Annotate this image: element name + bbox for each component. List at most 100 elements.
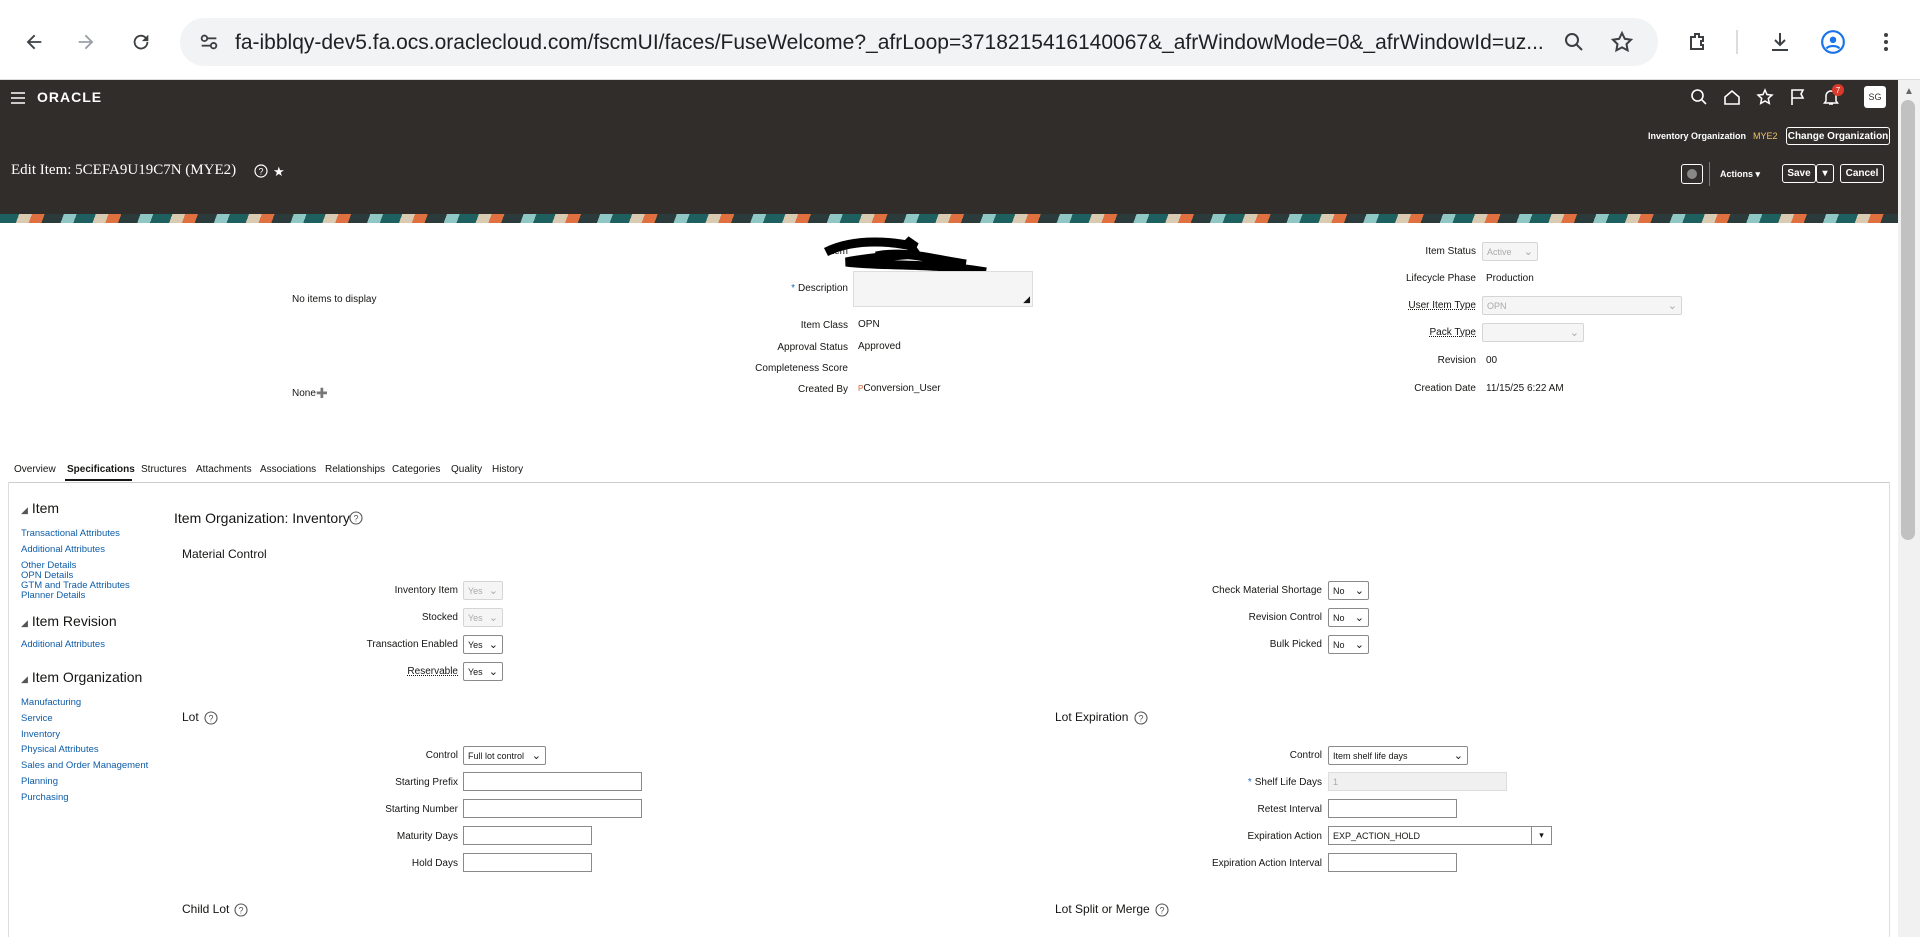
svg-text:?: ?: [1159, 906, 1164, 916]
watchlist-flag-icon[interactable]: [1789, 88, 1807, 111]
scroll-up-arrow-icon[interactable]: ▲: [1904, 86, 1914, 97]
bulk-picked-label: Bulk Picked: [1269, 639, 1322, 650]
reservable-select[interactable]: Yes ⌄: [463, 662, 503, 681]
help-icon[interactable]: ?: [204, 711, 218, 730]
user-avatar[interactable]: SG: [1864, 86, 1886, 108]
expiration-action-interval-input[interactable]: [1328, 853, 1457, 872]
tab-structures[interactable]: Structures: [141, 464, 187, 475]
watchlist-icon[interactable]: [1681, 164, 1703, 184]
download-icon[interactable]: [1760, 22, 1800, 62]
home-icon[interactable]: [1723, 88, 1741, 111]
search-icon[interactable]: [1690, 88, 1708, 111]
sidebar-link-sales-order-management[interactable]: Sales and Order Management: [21, 760, 148, 771]
profile-icon[interactable]: [1813, 22, 1853, 62]
reload-icon[interactable]: [121, 22, 161, 62]
hamburger-menu-icon[interactable]: [10, 90, 26, 111]
zoom-icon[interactable]: [1562, 30, 1586, 59]
url-text[interactable]: fa-ibblqy-dev5.fa.ocs.oraclecloud.com/fs…: [235, 31, 1565, 55]
browser-menu-icon[interactable]: [1866, 22, 1906, 62]
stocked-label: Stocked: [421, 612, 458, 623]
sidebar-link-manufacturing[interactable]: Manufacturing: [21, 697, 81, 708]
address-bar[interactable]: fa-ibblqy-dev5.fa.ocs.oraclecloud.com/fs…: [180, 18, 1658, 66]
stocked-value: Yes: [468, 612, 483, 623]
sidebar-link-planner-details[interactable]: Planner Details: [21, 590, 85, 601]
starting-prefix-input[interactable]: [463, 772, 642, 791]
lot-control-select[interactable]: Full lot control ⌄: [463, 746, 546, 765]
chevron-down-icon: ⌄: [1453, 750, 1463, 762]
sidebar-link-purchasing[interactable]: Purchasing: [21, 792, 69, 803]
tab-specifications[interactable]: Specifications: [67, 464, 135, 475]
site-info-icon[interactable]: [198, 31, 220, 58]
revision-value: 00: [1486, 355, 1498, 366]
forward-arrow-icon[interactable]: [66, 22, 106, 62]
chevron-down-icon: ⌄: [1569, 327, 1579, 339]
created-by-label: Created By: [797, 384, 848, 395]
active-tab-indicator: [65, 479, 132, 481]
chevron-down-icon: ⌄: [1667, 300, 1677, 312]
tab-overview[interactable]: Overview: [14, 464, 56, 475]
tab-attachments[interactable]: Attachments: [196, 464, 252, 475]
pack-type-select[interactable]: ⌄: [1482, 323, 1584, 342]
change-organization-button[interactable]: Change Organization: [1786, 127, 1890, 145]
expiration-action-input[interactable]: EXP_ACTION_HOLD: [1328, 826, 1552, 845]
sidebar-link-physical-attributes[interactable]: Physical Attributes: [21, 744, 99, 755]
bulk-picked-value: No: [1333, 639, 1345, 650]
tab-relationships[interactable]: Relationships: [325, 464, 385, 475]
chevron-down-icon: ⌄: [1354, 639, 1364, 651]
bookmark-star-icon[interactable]: [1610, 30, 1634, 59]
sidebar-item-heading[interactable]: ◢ Item: [21, 500, 59, 516]
favorite-star-icon[interactable]: ★: [273, 164, 285, 180]
sidebar-org-heading[interactable]: ◢ Item Organization: [21, 669, 142, 685]
revision-control-select[interactable]: No ⌄: [1328, 608, 1369, 627]
help-icon[interactable]: ?: [234, 903, 248, 922]
retest-interval-input[interactable]: [1328, 799, 1457, 818]
expiration-control-select[interactable]: Item shelf life days ⌄: [1328, 746, 1468, 765]
transaction-enabled-select[interactable]: Yes ⌄: [463, 635, 503, 654]
back-arrow-icon[interactable]: [14, 22, 54, 62]
description-textarea[interactable]: ◢: [853, 271, 1033, 307]
retest-interval-label: Retest Interval: [1257, 804, 1322, 815]
sidebar-link-inventory[interactable]: Inventory: [21, 729, 60, 740]
sidebar-link-revision-additional-attributes[interactable]: Additional Attributes: [21, 639, 105, 650]
cancel-button[interactable]: Cancel: [1840, 164, 1884, 183]
starting-number-input[interactable]: [463, 799, 642, 818]
lot-expiration-heading: Lot Expiration: [1055, 710, 1129, 724]
resize-handle-icon[interactable]: ◢: [1023, 294, 1030, 305]
save-button[interactable]: Save: [1782, 164, 1816, 183]
check-material-shortage-select[interactable]: No ⌄: [1328, 581, 1369, 600]
favorites-star-icon[interactable]: [1756, 88, 1774, 111]
maturity-days-input[interactable]: [463, 826, 592, 845]
oracle-header: ORACLE 7 SG Inventory Organization MYE2 …: [0, 80, 1898, 221]
scrollbar-thumb[interactable]: [1901, 100, 1915, 540]
help-icon[interactable]: ?: [349, 511, 363, 530]
save-options-chevron-icon[interactable]: ▾: [1816, 164, 1834, 183]
sidebar-link-planning[interactable]: Planning: [21, 776, 58, 787]
chevron-down-icon: ⌄: [531, 750, 541, 762]
approval-status-value: Approved: [858, 341, 901, 352]
hold-days-input[interactable]: [463, 853, 592, 872]
sidebar-link-service[interactable]: Service: [21, 713, 53, 724]
created-by-value[interactable]: PConversion_User: [858, 383, 941, 394]
panel-border: [8, 482, 9, 937]
sidebar-revision-heading[interactable]: ◢ Item Revision: [21, 613, 117, 629]
actions-menu[interactable]: Actions ▾: [1720, 169, 1760, 180]
user-item-type-select: OPN ⌄: [1482, 296, 1682, 315]
sidebar-link-transactional-attributes[interactable]: Transactional Attributes: [21, 528, 120, 539]
bulk-picked-select[interactable]: No ⌄: [1328, 635, 1369, 654]
tab-associations[interactable]: Associations: [260, 464, 316, 475]
starting-prefix-label: Starting Prefix: [395, 777, 458, 788]
help-icon[interactable]: ?: [254, 164, 268, 183]
extensions-icon[interactable]: [1678, 22, 1718, 62]
tab-history[interactable]: History: [492, 464, 523, 475]
sidebar-link-additional-attributes[interactable]: Additional Attributes: [21, 544, 105, 555]
lot-split-merge-heading: Lot Split or Merge: [1055, 902, 1150, 916]
reservable-label: Reservable: [407, 666, 458, 677]
tab-quality[interactable]: Quality: [451, 464, 482, 475]
tab-categories[interactable]: Categories: [392, 464, 440, 475]
child-lot-heading: Child Lot: [182, 902, 230, 916]
chevron-down-icon: ⌄: [488, 666, 498, 678]
expiration-action-dropdown-icon[interactable]: ▾: [1531, 827, 1551, 844]
add-plus-icon[interactable]: ✚: [316, 385, 328, 402]
help-icon[interactable]: ?: [1134, 711, 1148, 730]
help-icon[interactable]: ?: [1155, 903, 1169, 922]
